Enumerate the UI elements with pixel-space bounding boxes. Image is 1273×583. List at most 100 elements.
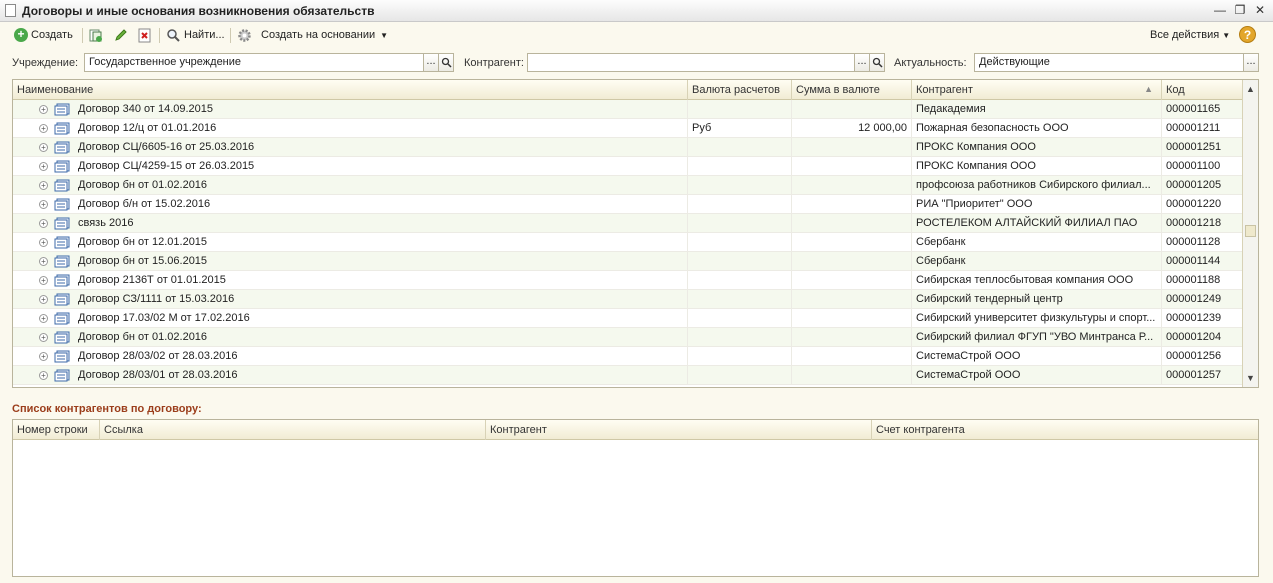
table-row[interactable]: + Договор СЦ/6605-16 от 25.03.2016 ПРОКС К… xyxy=(13,138,1243,157)
delete-button[interactable] xyxy=(137,26,152,44)
cell-counterparty: СистемаСтрой ООО xyxy=(912,347,1162,366)
table-header: Наименование Валюта расчетов Сумма в вал… xyxy=(13,80,1243,100)
cell-currency xyxy=(688,309,792,328)
cell-counterparty: Сбербанк xyxy=(912,233,1162,252)
edit-button[interactable] xyxy=(113,26,128,44)
cell-name: связь 2016 xyxy=(13,214,688,233)
table-row[interactable]: + Договор 17.03/02 М от 17.02.2016 Сибирск… xyxy=(13,309,1243,328)
institution-input[interactable]: Государственное учреждение xyxy=(84,53,424,72)
cell-name: Договор 28/03/02 от 28.03.2016 xyxy=(13,347,688,366)
toolbar: + Создать Найти... Создать на основании … xyxy=(0,23,1273,47)
plus-icon: + xyxy=(14,28,28,42)
table-row[interactable]: + Договор б/н от 15.02.2016 РИА "Приоритет… xyxy=(13,195,1243,214)
col-link-header[interactable]: Ссылка xyxy=(100,420,486,440)
cell-amount xyxy=(792,233,912,252)
cell-name: Договор бн от 01.02.2016 xyxy=(13,328,688,347)
counterparty-select-button[interactable]: ... xyxy=(854,53,870,72)
counterparties-table: Номер строки Ссылка Контрагент Счет конт… xyxy=(12,419,1259,577)
cell-amount xyxy=(792,214,912,233)
cell-code: 000001205 xyxy=(1162,176,1243,195)
contracts-table: Наименование Валюта расчетов Сумма в вал… xyxy=(12,79,1259,388)
scroll-up-icon[interactable]: ▲ xyxy=(1245,82,1256,96)
cell-counterparty: РОСТЕЛЕКОМ АЛТАЙСКИЙ ФИЛИАЛ ПАО xyxy=(912,214,1162,233)
col-counterparty-header[interactable]: Контрагент xyxy=(486,420,872,440)
institution-select-button[interactable]: ... xyxy=(423,53,439,72)
table-row[interactable]: + Договор СЗ/1111 от 15.03.2016 Сибирский … xyxy=(13,290,1243,309)
help-button[interactable]: ? xyxy=(1239,25,1256,43)
cell-amount xyxy=(792,138,912,157)
scroll-down-icon[interactable]: ▼ xyxy=(1245,371,1256,385)
col-currency-header[interactable]: Валюта расчетов xyxy=(688,80,792,100)
col-amount-header[interactable]: Сумма в валюте xyxy=(792,80,912,100)
create-based-label: Создать на основании xyxy=(261,29,376,41)
cell-counterparty: Сибирский филиал ФГУП "УВО Минтранса Р..… xyxy=(912,328,1162,347)
table-row[interactable]: + Договор бн от 12.01.2015 Сбербанк 0000011… xyxy=(13,233,1243,252)
cell-currency xyxy=(688,366,792,385)
table-row[interactable]: + Договор 28/03/01 от 28.03.2016 СистемаСт… xyxy=(13,366,1243,385)
cell-name: Договор бн от 01.02.2016 xyxy=(13,176,688,195)
cell-code: 000001211 xyxy=(1162,119,1243,138)
find-button[interactable]: Найти... xyxy=(166,26,225,44)
filter-row: Учреждение: Государственное учреждение .… xyxy=(0,52,1273,74)
minimize-button[interactable]: — xyxy=(1213,3,1227,17)
counterparty-label: Контрагент: xyxy=(464,57,524,69)
cell-code: 000001251 xyxy=(1162,138,1243,157)
cell-code: 000001165 xyxy=(1162,100,1243,119)
cell-code: 000001204 xyxy=(1162,328,1243,347)
magnifier-icon xyxy=(872,57,883,68)
vertical-scrollbar[interactable]: ▲ ▼ xyxy=(1242,80,1258,387)
cell-amount xyxy=(792,176,912,195)
table-row[interactable]: + Договор 2136Т от 01.01.2015 Сибирская те… xyxy=(13,271,1243,290)
cell-name: Договор 28/03/01 от 28.03.2016 xyxy=(13,366,688,385)
cell-counterparty: профсоюза работников Сибирского филиал..… xyxy=(912,176,1162,195)
table-row[interactable]: + Договор бн от 01.02.2016 Сибирский филиа… xyxy=(13,328,1243,347)
cell-amount xyxy=(792,252,912,271)
cell-amount: 12 000,00 xyxy=(792,119,912,138)
magnifier-icon xyxy=(441,57,452,68)
cell-amount xyxy=(792,271,912,290)
col-counterparty-header[interactable]: Контрагент ▲ xyxy=(912,80,1162,100)
table-row[interactable]: + связь 2016 РОСТЕЛЕКОМ АЛТАЙСКИЙ ФИЛИАЛ П… xyxy=(13,214,1243,233)
cell-currency xyxy=(688,100,792,119)
restore-button[interactable]: ❐ xyxy=(1233,3,1247,17)
cell-code: 000001249 xyxy=(1162,290,1243,309)
all-actions-button[interactable]: Все действия ▼ xyxy=(1150,26,1230,44)
relevance-select-button[interactable]: ... xyxy=(1243,53,1259,72)
cell-name: Договор СЦ/4259-15 от 26.03.2015 xyxy=(13,157,688,176)
scroll-thumb[interactable] xyxy=(1245,225,1256,237)
institution-search-button[interactable] xyxy=(438,53,454,72)
cell-counterparty: Пожарная безопасность ООО xyxy=(912,119,1162,138)
col-row-number-header[interactable]: Номер строки xyxy=(13,420,100,440)
create-based-button[interactable]: Создать на основании ▼ xyxy=(237,26,388,44)
table-row[interactable]: + Договор СЦ/4259-15 от 26.03.2015 ПРОКС К… xyxy=(13,157,1243,176)
cell-counterparty: ПРОКС Компания ООО xyxy=(912,157,1162,176)
table-row[interactable]: + Договор бн от 01.02.2016 профсоюза работ… xyxy=(13,176,1243,195)
relevance-label: Актуальность: xyxy=(894,57,967,69)
col-account-header[interactable]: Счет контрагента xyxy=(872,420,1258,440)
cell-currency xyxy=(688,195,792,214)
table-row[interactable]: + Договор 340 от 14.09.2015 Педакадемия 000… xyxy=(13,100,1243,119)
chevron-down-icon: ▼ xyxy=(1222,30,1231,40)
help-icon: ? xyxy=(1239,25,1256,43)
table-row[interactable]: + Договор бн от 15.06.2015 Сбербанк 0000011… xyxy=(13,252,1243,271)
document-icon xyxy=(5,4,16,17)
cell-counterparty: Сибирский университет физкультуры и спор… xyxy=(912,309,1162,328)
table-row[interactable]: + Договор 12/ц от 01.01.2016 Руб 12 000,00 П… xyxy=(13,119,1243,138)
copy-button[interactable] xyxy=(88,26,103,44)
col-counterparty-header-label: Контрагент xyxy=(916,84,973,96)
cell-currency xyxy=(688,328,792,347)
cell-code: 000001256 xyxy=(1162,347,1243,366)
counterparty-input[interactable] xyxy=(527,53,855,72)
window-title: Договоры и иные основания возникновения … xyxy=(22,4,375,18)
table-row[interactable]: + Договор 28/03/02 от 28.03.2016 СистемаСт… xyxy=(13,347,1243,366)
cell-code: 000001239 xyxy=(1162,309,1243,328)
close-button[interactable]: ✕ xyxy=(1253,3,1267,17)
col-code-header[interactable]: Код xyxy=(1162,80,1243,100)
col-name-header[interactable]: Наименование xyxy=(13,80,688,100)
cell-counterparty: Сибирская теплосбытовая компания ООО xyxy=(912,271,1162,290)
counterparty-search-button[interactable] xyxy=(869,53,885,72)
create-button[interactable]: + Создать xyxy=(14,26,73,44)
cell-name: Договор 17.03/02 М от 17.02.2016 xyxy=(13,309,688,328)
cell-currency xyxy=(688,138,792,157)
relevance-input[interactable]: Действующие xyxy=(974,53,1244,72)
